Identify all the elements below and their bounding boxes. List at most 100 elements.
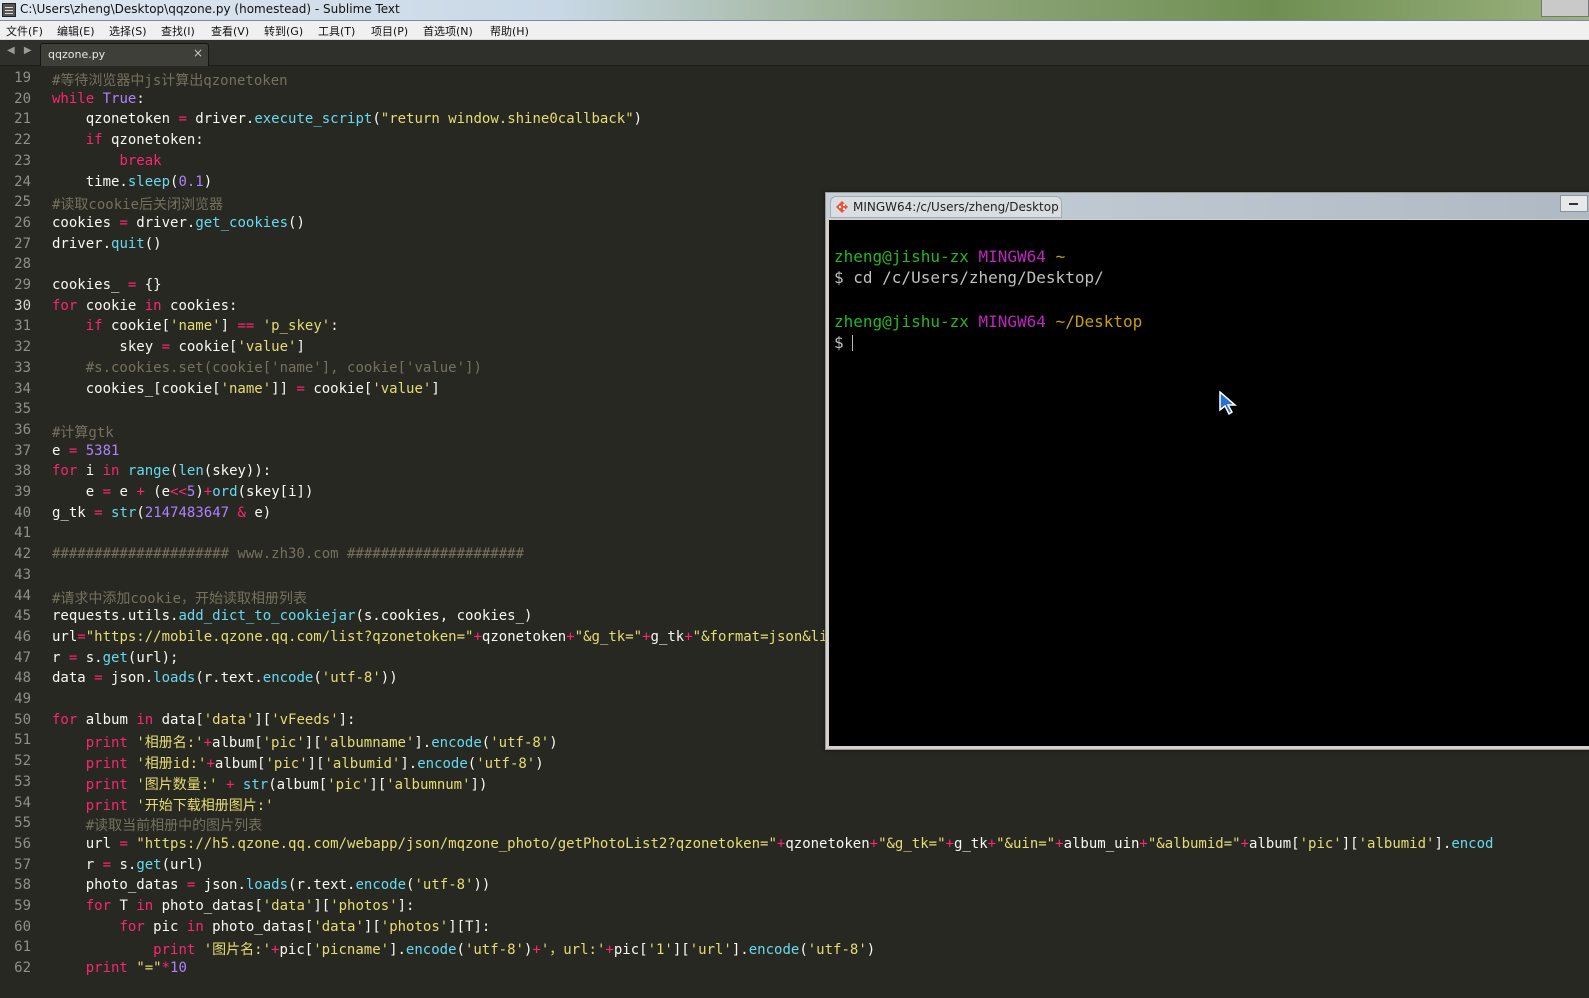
code-token: 'albumid' — [1358, 835, 1435, 852]
window-titlebar[interactable]: C:\Users\zheng\Desktop\qqzone.py (homest… — [0, 0, 1589, 21]
code-token: for — [52, 711, 78, 728]
code-token: json. — [195, 877, 246, 894]
code-token: '图片数量:' — [136, 776, 218, 793]
code-token: in — [186, 918, 204, 935]
tab-qqzone-py[interactable]: qqzone.py × — [40, 43, 209, 66]
menu-view[interactable]: 查看(V) — [211, 23, 249, 39]
code-token: 'utf-8' — [321, 670, 381, 687]
code-token: execute_script — [254, 111, 373, 128]
menu-selection[interactable]: 选择(S) — [109, 23, 147, 39]
menu-tools[interactable]: 工具(T) — [318, 23, 355, 39]
code-token: ] — [431, 380, 440, 397]
line-number: 19 — [14, 70, 31, 86]
code-token: loads — [245, 877, 289, 894]
tab-close-icon[interactable]: × — [193, 46, 203, 60]
line-number: 43 — [14, 566, 31, 583]
line-number: 47 — [14, 649, 31, 666]
code-token: g_tk — [953, 835, 988, 852]
menu-preferences[interactable]: 首选项(N) — [423, 23, 473, 39]
code-token: driver. — [186, 111, 255, 128]
code-token: pic[ — [613, 942, 648, 959]
terminal-titlebar[interactable]: MINGW64:/c/Users/zheng/Desktop — [826, 193, 1589, 219]
code-token: ( — [372, 111, 381, 128]
code-token: 'utf-8' — [490, 735, 550, 752]
code-token: #计算gtk — [52, 424, 114, 441]
line-number: 25 — [14, 194, 31, 211]
menu-help[interactable]: 帮助(H) — [490, 23, 529, 39]
menu-find[interactable]: 查找(I) — [161, 23, 195, 39]
code-line: print '图片名:'+pic['picname'].encode('utf-… — [52, 939, 875, 959]
code-token: = — [178, 111, 187, 128]
code-token: '开始下载相册图片:' — [136, 797, 274, 814]
code-token: ) — [203, 173, 213, 190]
code-token: )) — [380, 670, 398, 687]
code-token: album_uin — [1063, 835, 1140, 852]
code-token: ( — [136, 504, 145, 521]
prompt-host: MINGW64 — [978, 312, 1046, 331]
menu-goto[interactable]: 转到(G) — [264, 23, 303, 39]
code-line: #s.cookies.set(cookie['name'], cookie['v… — [52, 360, 482, 376]
code-token: #s.cookies.set(cookie['name'], cookie['v… — [85, 359, 482, 376]
code-token: ][ — [363, 918, 381, 935]
code-token: ( — [481, 735, 491, 752]
code-token: = — [296, 380, 305, 397]
terminal-output[interactable]: zheng@jishu-zx MINGW64 ~ $ cd /c/Users/z… — [829, 220, 1589, 746]
tab-nav-arrows-icon[interactable]: ◀ ▶ — [7, 45, 35, 56]
code-token: & — [237, 504, 246, 521]
line-number: 60 — [14, 918, 31, 935]
code-token: ord — [212, 484, 238, 500]
code-token: g_tk — [52, 504, 95, 521]
code-token: get — [102, 649, 128, 666]
code-token: '1' — [647, 942, 673, 959]
code-line: e = 5381 — [52, 443, 119, 459]
code-token: "return window.shine0callback" — [380, 111, 634, 128]
code-token: get — [136, 856, 162, 873]
code-token: = — [119, 835, 128, 852]
code-token: 'vFeeds' — [271, 711, 339, 728]
code-token: in — [136, 711, 154, 728]
code-line: print '相册id:'+album['pic']['albumid'].en… — [52, 753, 544, 773]
code-token: e) — [245, 504, 272, 521]
code-token: {} — [136, 277, 162, 293]
code-token: (skey)): — [203, 463, 272, 480]
window-close-button[interactable] — [1541, 0, 1589, 17]
code-token: in — [136, 898, 154, 914]
menu-edit[interactable]: 编辑(E) — [57, 23, 95, 39]
line-number: 26 — [14, 214, 31, 231]
line-number: 55 — [14, 815, 31, 832]
line-number: 28 — [14, 256, 31, 273]
terminal-tab[interactable]: MINGW64:/c/Users/zheng/Desktop — [830, 196, 1062, 218]
code-token: True — [102, 90, 137, 107]
menu-file[interactable]: 文件(F) — [6, 23, 43, 39]
code-token: #等待浏览器中js计算出qzonetoken — [52, 73, 288, 89]
code-token: + — [987, 835, 997, 852]
code-token: + — [203, 484, 213, 500]
tab-bar: ◀ ▶ qqzone.py × — [0, 40, 1589, 66]
code-token: ]. — [389, 942, 406, 959]
terminal-prompt-line: zheng@jishu-zx MINGW64 ~ — [834, 247, 1065, 266]
code-token: 'albumname' — [321, 735, 415, 752]
code-token: e — [111, 484, 137, 500]
code-token: ( — [456, 942, 465, 959]
code-token: 'data' — [262, 898, 314, 914]
terminal-input-line[interactable]: $ — [834, 333, 853, 352]
code-token: str — [111, 504, 137, 521]
code-token: photo_datas — [52, 877, 187, 894]
mingw64-terminal-window[interactable]: MINGW64:/c/Users/zheng/Desktop zheng@jis… — [825, 192, 1589, 750]
code-token: + — [206, 756, 215, 773]
code-token: = — [102, 856, 112, 873]
code-token: = — [94, 504, 103, 521]
menu-project[interactable]: 项目(P) — [371, 23, 408, 39]
terminal-minimize-button[interactable] — [1560, 195, 1588, 212]
code-token: "https://h5.qzone.qq.com/webapp/json/mqz… — [136, 835, 777, 852]
code-line: #读取当前相册中的图片列表 — [52, 815, 262, 835]
code-line: cookies_ = {} — [52, 277, 162, 293]
line-number: 38 — [14, 463, 31, 480]
code-line: photo_datas = json.loads(r.text.encode('… — [52, 877, 491, 894]
code-token: ]. — [1434, 835, 1452, 852]
code-token: ) — [535, 756, 544, 773]
code-token: (url) — [161, 856, 204, 873]
line-number: 24 — [14, 173, 31, 190]
